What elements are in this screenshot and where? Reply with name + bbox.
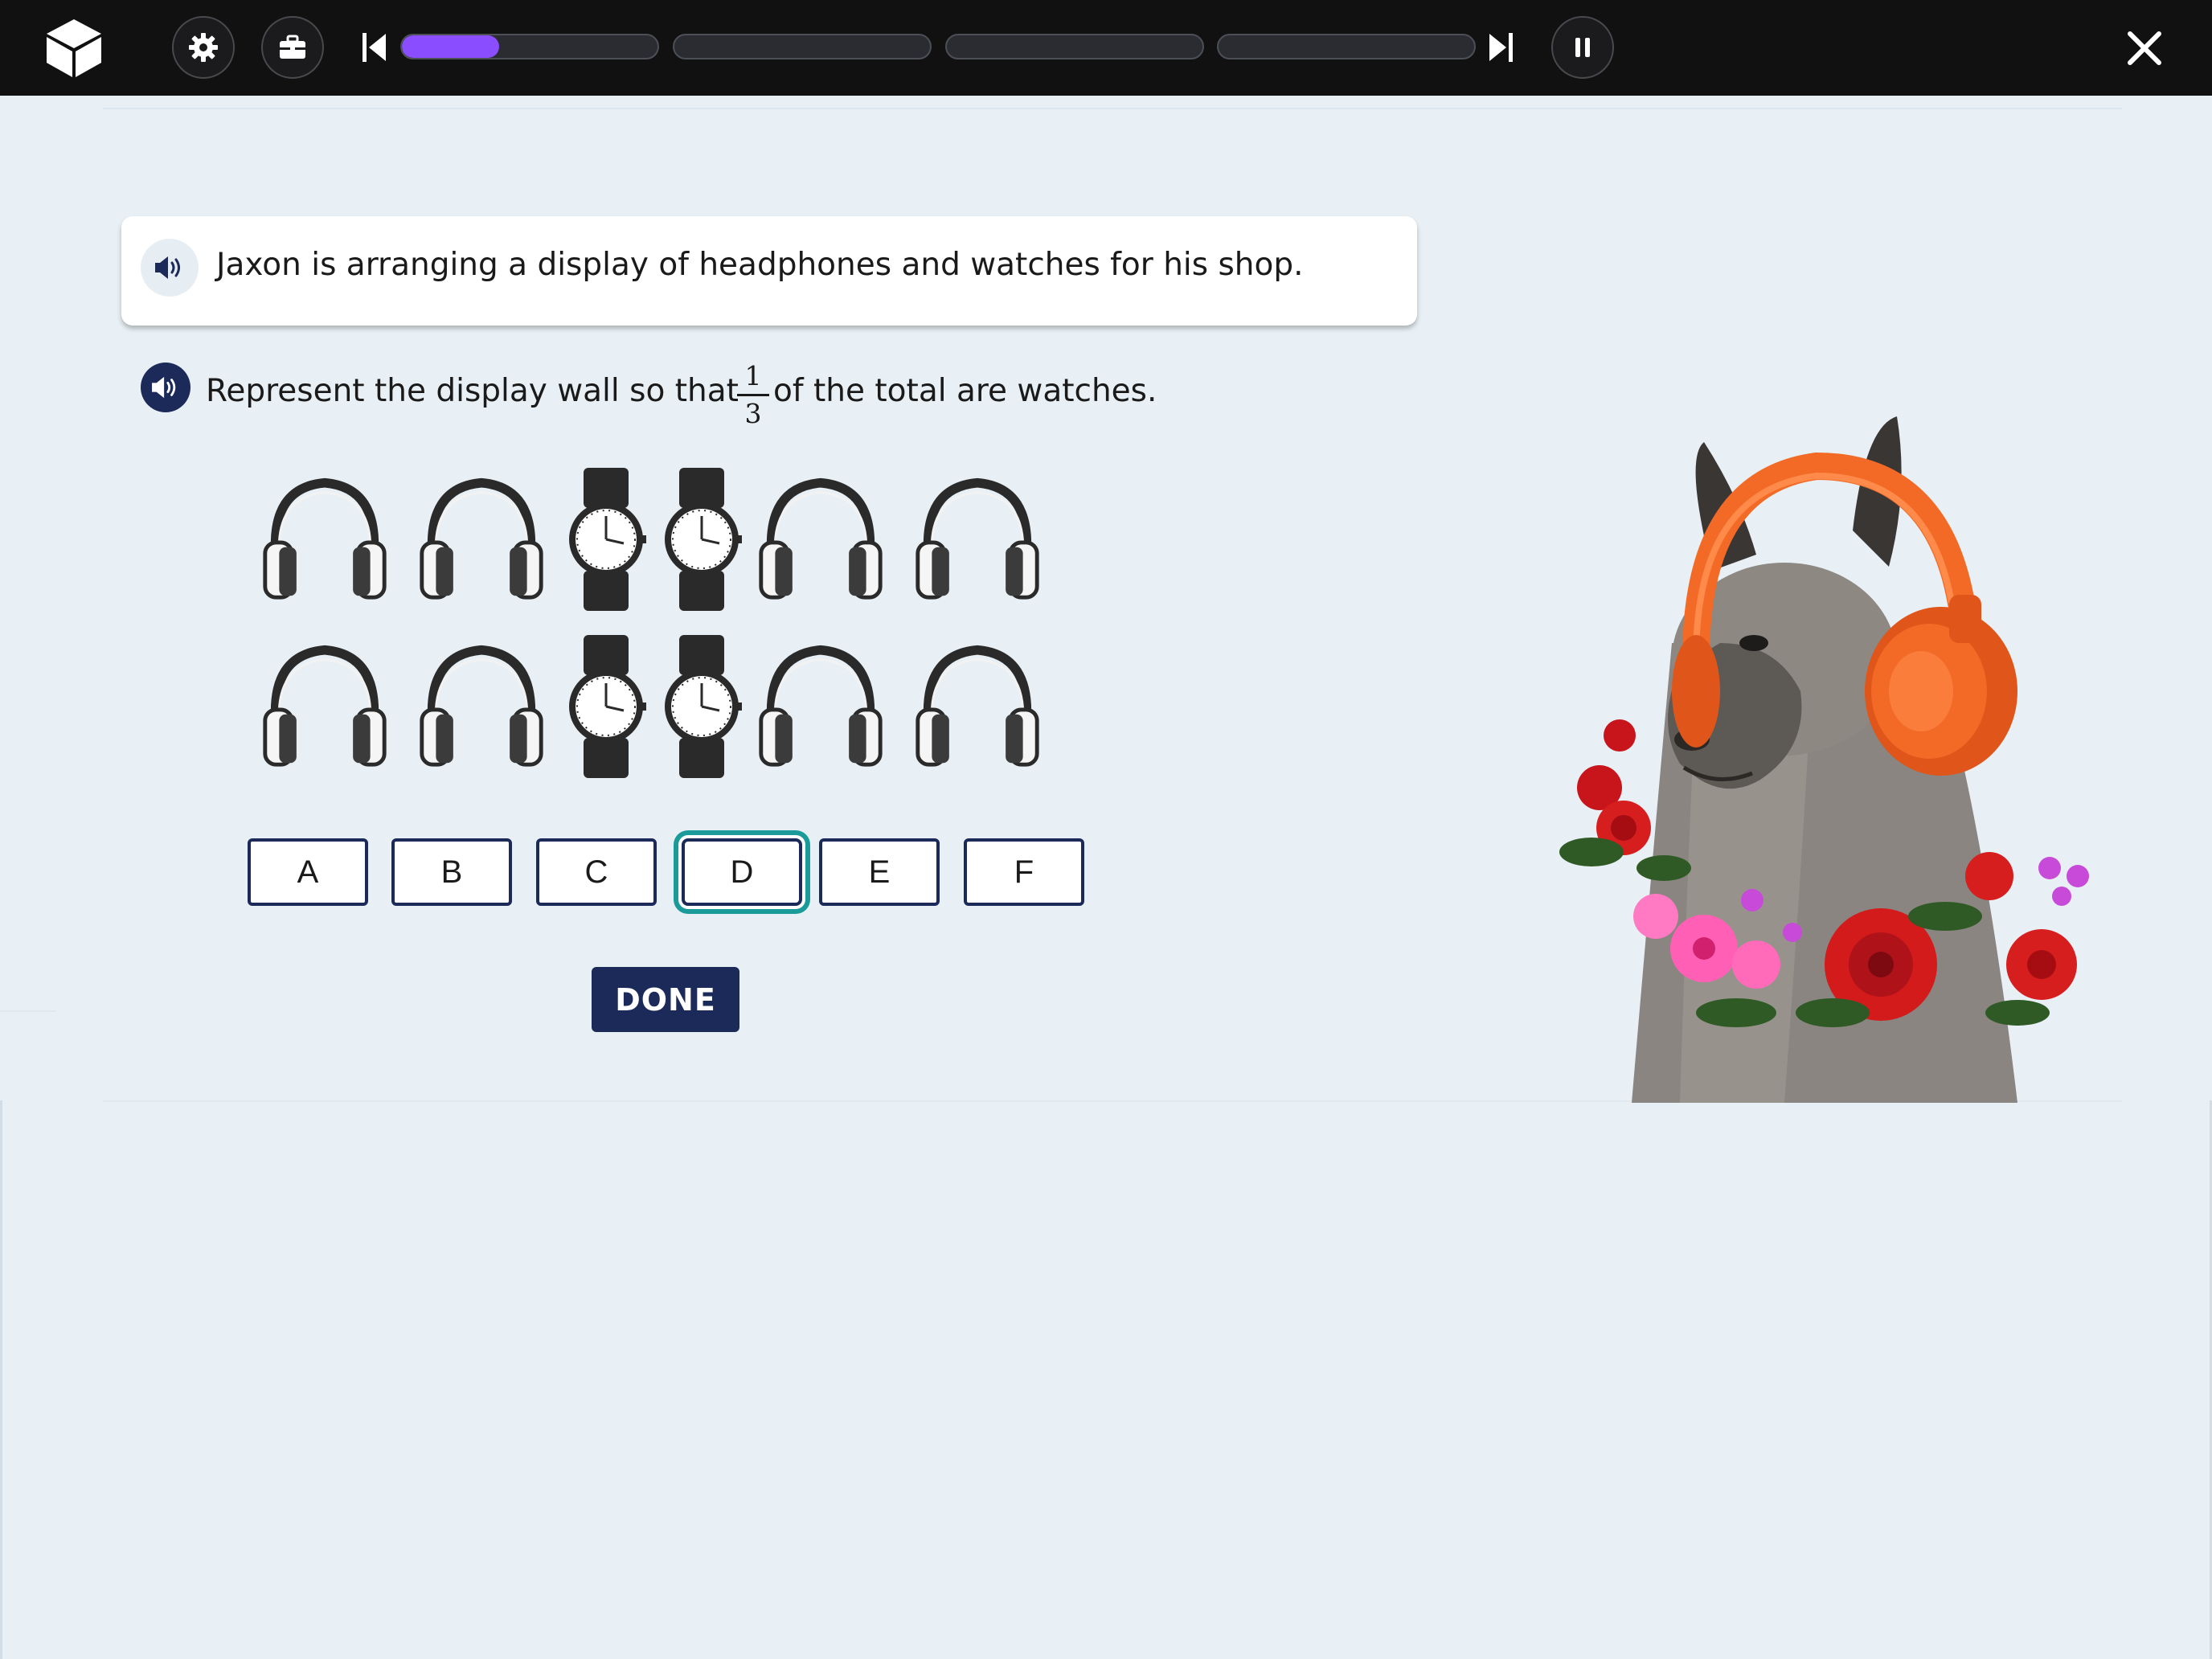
progress-segment-1 [400,34,659,59]
fraction: 1 3 [737,360,769,430]
headphones-icon [416,630,547,783]
fraction-numerator: 1 [744,360,762,391]
progress-segment-4 [1217,34,1476,59]
instruction-text-before: Represent the display wall so that [206,373,739,409]
choice-button-a[interactable]: A [248,838,368,906]
pause-icon [1575,38,1590,57]
prompt-text: Jaxon is arranging a display of headphon… [216,247,1304,283]
speaker-icon [152,376,176,399]
prompt-card: Jaxon is arranging a display of headphon… [121,216,1417,326]
progress-segment-2 [673,34,932,59]
headphones-icon [259,630,391,783]
headphones-icon [259,463,391,616]
toolkit-button[interactable] [261,16,324,79]
headphones-icon [755,630,887,783]
read-prompt-button[interactable] [141,239,199,297]
headphones-icon [911,630,1043,783]
watch-icon [636,630,768,783]
read-instruction-button[interactable] [141,363,190,412]
watch-icon [636,463,768,616]
lower-panel [0,1100,2212,1659]
choice-button-f[interactable]: F [964,838,1084,906]
settings-button[interactable] [172,16,235,79]
speaker-icon [155,256,180,279]
headphones-icon [911,463,1043,616]
progress-fill [402,35,499,58]
done-button[interactable]: DONE [592,967,739,1032]
pause-button[interactable] [1551,16,1614,79]
instruction-text-after: of the total are watches. [773,373,1157,409]
display-wall [259,463,1072,783]
gear-icon [189,33,218,62]
llama-with-headphones-image [1559,416,2089,1103]
choice-button-d[interactable]: D [682,838,802,906]
progress-segment-3 [945,34,1204,59]
header-divider [103,108,2122,109]
headphones-icon [755,463,887,616]
briefcase-icon [280,35,305,59]
top-bar [0,0,2212,96]
choice-button-c[interactable]: C [536,838,657,906]
choice-button-b[interactable]: B [391,838,512,906]
choice-button-e[interactable]: E [819,838,940,906]
close-icon[interactable] [2122,26,2167,71]
fraction-denominator: 3 [744,398,762,429]
skip-back-icon[interactable] [360,31,389,64]
cube-logo-icon[interactable] [45,18,103,79]
skip-forward-icon[interactable] [1486,31,1515,64]
divider [0,1010,56,1012]
headphones-icon [416,463,547,616]
